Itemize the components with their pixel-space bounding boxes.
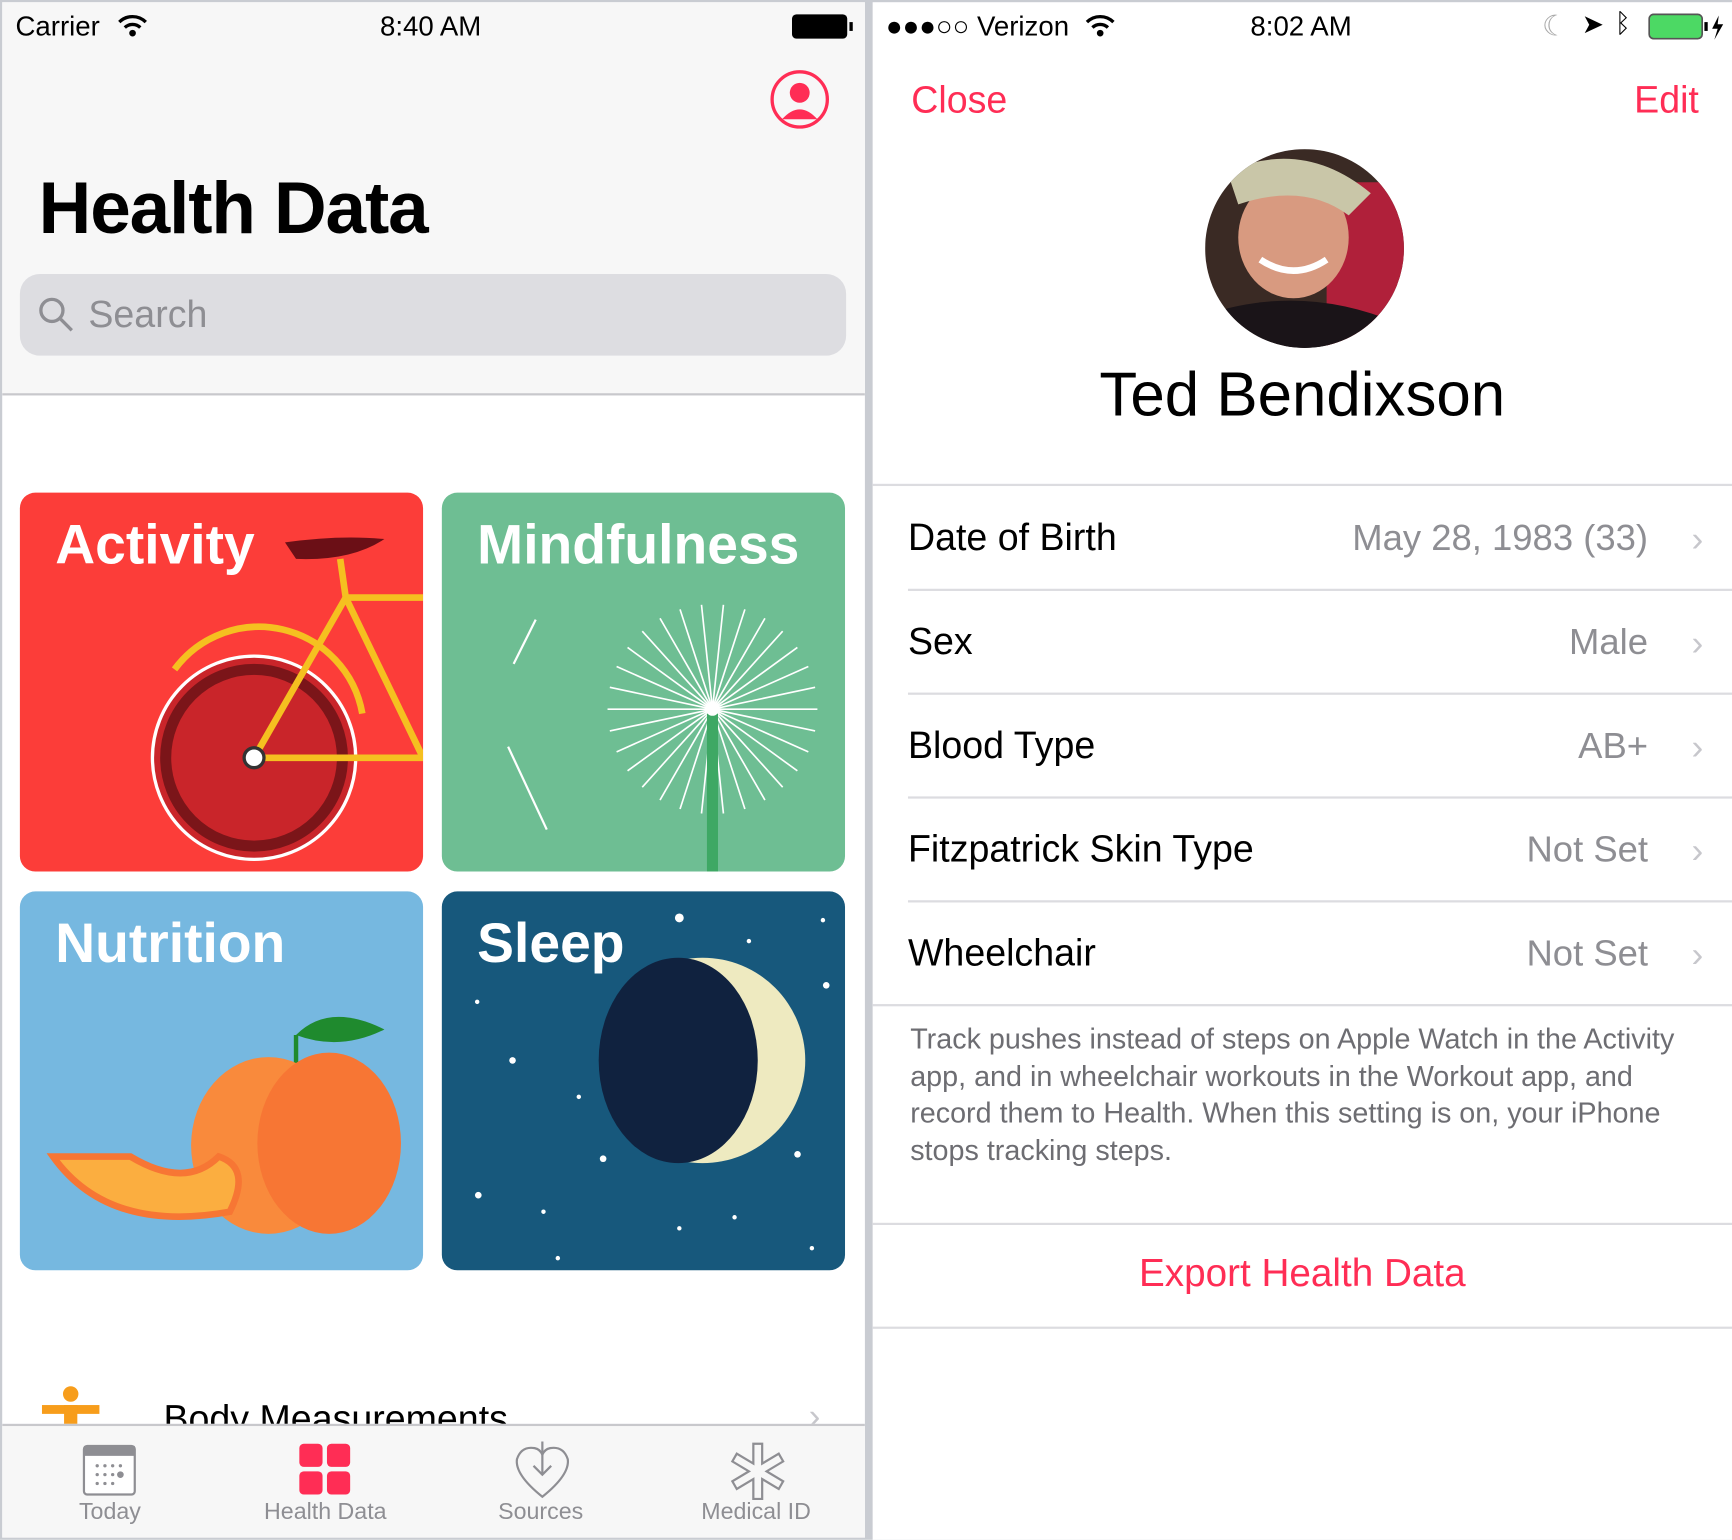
search-icon xyxy=(39,297,73,332)
carrier-label: Carrier xyxy=(15,11,100,42)
dandelion-icon xyxy=(507,604,818,872)
row-value: Male xyxy=(1569,620,1649,662)
row-label: Wheelchair xyxy=(907,932,1096,975)
tab-today[interactable]: Today xyxy=(2,1426,217,1538)
tile-activity[interactable]: Activity xyxy=(19,492,424,872)
profile-row-blood-type[interactable]: Blood Type AB+ › xyxy=(907,694,1732,799)
chevron-right-icon: › xyxy=(1691,830,1704,871)
chevron-right-icon: › xyxy=(1691,934,1704,975)
calendar-icon xyxy=(82,1444,136,1496)
wifi-icon xyxy=(1085,15,1115,37)
battery-icon xyxy=(791,14,853,39)
heart-download-icon xyxy=(515,1441,569,1499)
carrier-label: ●●●○○ Verizon xyxy=(885,11,1070,42)
profile-row-date-of-birth[interactable]: Date of Birth May 28, 1983 (33) › xyxy=(907,486,1732,591)
search-input[interactable]: Search xyxy=(19,273,847,356)
row-label: Blood Type xyxy=(907,724,1096,767)
wifi-icon xyxy=(118,15,147,37)
body-figure-icon xyxy=(41,1386,100,1430)
row-value: AB+ xyxy=(1578,724,1649,766)
chevron-right-icon: › xyxy=(1691,726,1704,767)
wheelchair-footnote: Track pushes instead of steps on Apple W… xyxy=(910,1021,1675,1166)
tab-medical-id[interactable]: Medical ID xyxy=(648,1426,863,1538)
profile-row-fitzpatrick-skin-type[interactable]: Fitzpatrick Skin Type Not Set › xyxy=(907,798,1732,903)
row-value: May 28, 1983 (33) xyxy=(1352,516,1649,558)
grid-icon xyxy=(299,1443,351,1495)
asterisk-icon xyxy=(730,1442,785,1501)
close-button[interactable]: Close xyxy=(911,80,1007,123)
status-time: 8:40 AM xyxy=(379,11,482,42)
avatar xyxy=(1205,149,1404,348)
row-label: Date of Birth xyxy=(907,516,1117,559)
chevron-right-icon: › xyxy=(1691,622,1704,663)
status-time: 8:02 AM xyxy=(1250,11,1352,42)
tab-label: Today xyxy=(78,1498,141,1525)
profile-row-sex[interactable]: Sex Male › xyxy=(907,590,1732,695)
export-label: Export Health Data xyxy=(1138,1251,1466,1295)
bluetooth-icon: ᛒ xyxy=(1614,8,1631,39)
edit-button[interactable]: Edit xyxy=(1634,80,1699,123)
search-placeholder: Search xyxy=(88,293,208,336)
moon-status-icon: ☾ xyxy=(1542,8,1568,42)
tab-health-data[interactable]: Health Data xyxy=(218,1426,433,1538)
chevron-right-icon: › xyxy=(1691,519,1704,559)
row-label: Sex xyxy=(907,620,973,663)
page-title: Health Data xyxy=(38,166,429,249)
tab-label: Medical ID xyxy=(701,1498,811,1525)
tab-sources[interactable]: Sources xyxy=(433,1426,648,1538)
profile-row-wheelchair[interactable]: Wheelchair Not Set › xyxy=(872,901,1732,1007)
tab-label: Health Data xyxy=(264,1498,387,1525)
tile-mindfulness[interactable]: Mindfulness xyxy=(441,492,846,872)
tile-sleep[interactable]: Sleep xyxy=(441,891,846,1271)
tab-label: Sources xyxy=(498,1498,584,1525)
tab-bar: Today Health Data Sources Medical ID xyxy=(2,1423,865,1538)
row-label: Fitzpatrick Skin Type xyxy=(907,828,1254,871)
health-data-screen: Carrier 8:40 AM Health Data Search Activ… xyxy=(2,2,865,1538)
export-health-data-button[interactable]: Export Health Data xyxy=(872,1222,1732,1329)
profile-screen: ●●●○○ Verizon 8:02 AM ☾ ➤ ᛒ Close Edit T… xyxy=(872,2,1732,1540)
row-value: Not Set xyxy=(1526,828,1649,870)
battery-charging-icon xyxy=(1648,13,1724,40)
list-item-body-measurements[interactable]: Body Measurements › xyxy=(2,1372,865,1440)
profile-button[interactable] xyxy=(769,68,831,130)
profile-name: Ted Bendixson xyxy=(1099,358,1506,429)
tile-nutrition[interactable]: Nutrition xyxy=(19,891,424,1271)
moon-icon xyxy=(474,913,830,1261)
peach-icon xyxy=(46,1016,401,1234)
location-icon: ➤ xyxy=(1581,9,1604,40)
bicycle-icon xyxy=(150,537,424,862)
row-value: Not Set xyxy=(1526,932,1649,974)
